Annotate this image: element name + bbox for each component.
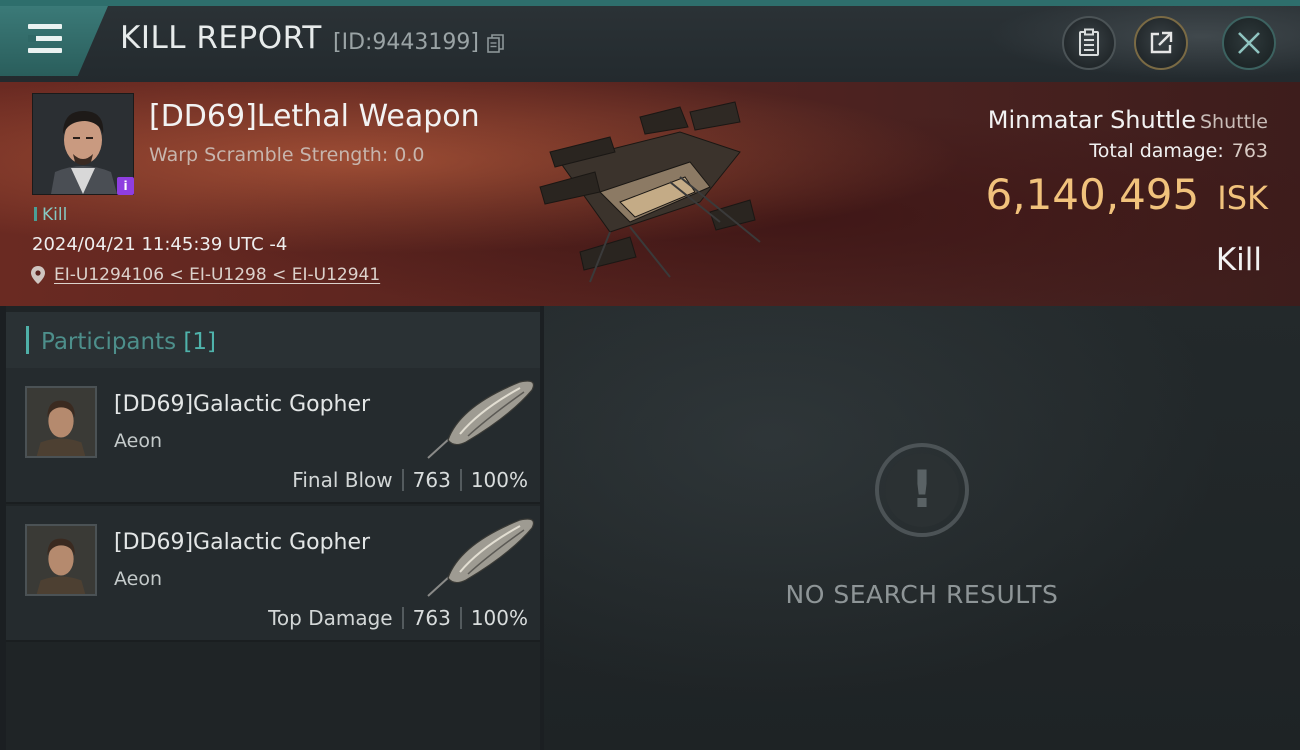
isk-unit: ISK bbox=[1217, 179, 1268, 217]
exclamation-icon: ! bbox=[875, 443, 969, 537]
participant-percent: 100% bbox=[470, 606, 528, 630]
participant-percent: 100% bbox=[470, 468, 528, 492]
kill-datetime: 2024/04/21 11:45:39 UTC -4 bbox=[32, 234, 288, 255]
victim-badge: i bbox=[117, 177, 134, 195]
participant-row[interactable]: [DD69]Galactic Gopher Aeon Top Damage 76… bbox=[6, 506, 540, 642]
total-damage-label: Total damage: bbox=[1089, 140, 1224, 162]
total-damage-value: 763 bbox=[1231, 140, 1268, 162]
isk-value: 6,140,495 ISK bbox=[986, 170, 1269, 219]
participant-damage: 763 bbox=[412, 468, 451, 492]
close-icon bbox=[1238, 32, 1260, 54]
ship-name-label: Minmatar Shuttle bbox=[987, 106, 1196, 134]
participant-stats: Top Damage 763 100% bbox=[268, 606, 528, 630]
kill-tag-label: Kill bbox=[42, 205, 68, 225]
victim-name[interactable]: [DD69]Lethal Weapon bbox=[149, 99, 480, 134]
kill-result: Kill bbox=[1215, 242, 1262, 278]
kill-location[interactable]: EI-U1294106 < EI-U1298 < EI-U12941 bbox=[31, 265, 380, 285]
kill-tag: Kill bbox=[34, 205, 67, 225]
participant-ship-image bbox=[427, 518, 535, 597]
victim-ship-name[interactable]: Minmatar Shuttle Shuttle bbox=[988, 106, 1268, 134]
participant-ship: Aeon bbox=[114, 568, 163, 590]
report-id: [ID:9443199] bbox=[333, 30, 479, 55]
participant-ship: Aeon bbox=[114, 430, 163, 452]
copy-icon[interactable] bbox=[487, 34, 505, 54]
participants-header: Participants [1] bbox=[6, 312, 540, 370]
location-pin-icon bbox=[31, 266, 45, 284]
participant-portrait-image bbox=[27, 526, 95, 594]
participant-avatar[interactable] bbox=[25, 524, 97, 596]
participant-role: Final Blow bbox=[292, 468, 393, 492]
participant-ship-image bbox=[427, 380, 535, 459]
participants-count: [1] bbox=[183, 329, 217, 355]
isk-amount: 6,140,495 bbox=[985, 170, 1200, 219]
share-icon bbox=[1150, 31, 1173, 54]
participant-portrait-image bbox=[27, 388, 95, 456]
participant-row[interactable]: [DD69]Galactic Gopher Aeon Final Blow 76… bbox=[6, 368, 540, 504]
close-button[interactable] bbox=[1222, 16, 1276, 70]
participants-panel: Participants [1] [DD69]Galactic Gopher A… bbox=[6, 306, 540, 750]
participant-avatar[interactable] bbox=[25, 386, 97, 458]
total-damage: Total damage: 763 bbox=[1089, 140, 1268, 162]
results-panel: ! NO SEARCH RESULTS bbox=[544, 306, 1300, 750]
participant-stats: Final Blow 763 100% bbox=[292, 468, 528, 492]
clipboard-icon bbox=[1079, 28, 1099, 56]
kill-banner: i [DD69]Lethal Weapon Warp Scramble Stre… bbox=[0, 82, 1300, 306]
page-title: KILL REPORT bbox=[120, 20, 322, 56]
location-link[interactable]: EI-U1294106 < EI-U1298 < EI-U12941 bbox=[54, 265, 380, 285]
participant-name[interactable]: [DD69]Galactic Gopher bbox=[114, 392, 370, 417]
participant-damage: 763 bbox=[412, 606, 451, 630]
ship-class-label: Shuttle bbox=[1199, 111, 1268, 133]
participants-title: Participants bbox=[41, 329, 177, 355]
participant-name[interactable]: [DD69]Galactic Gopher bbox=[114, 530, 370, 555]
share-button[interactable] bbox=[1134, 16, 1188, 70]
participant-role: Top Damage bbox=[268, 606, 393, 630]
victim-ship-image bbox=[539, 101, 761, 283]
clipboard-button[interactable] bbox=[1062, 16, 1116, 70]
warp-scramble-strength: Warp Scramble Strength: 0.0 bbox=[149, 144, 425, 166]
no-results-text: NO SEARCH RESULTS bbox=[785, 580, 1059, 609]
